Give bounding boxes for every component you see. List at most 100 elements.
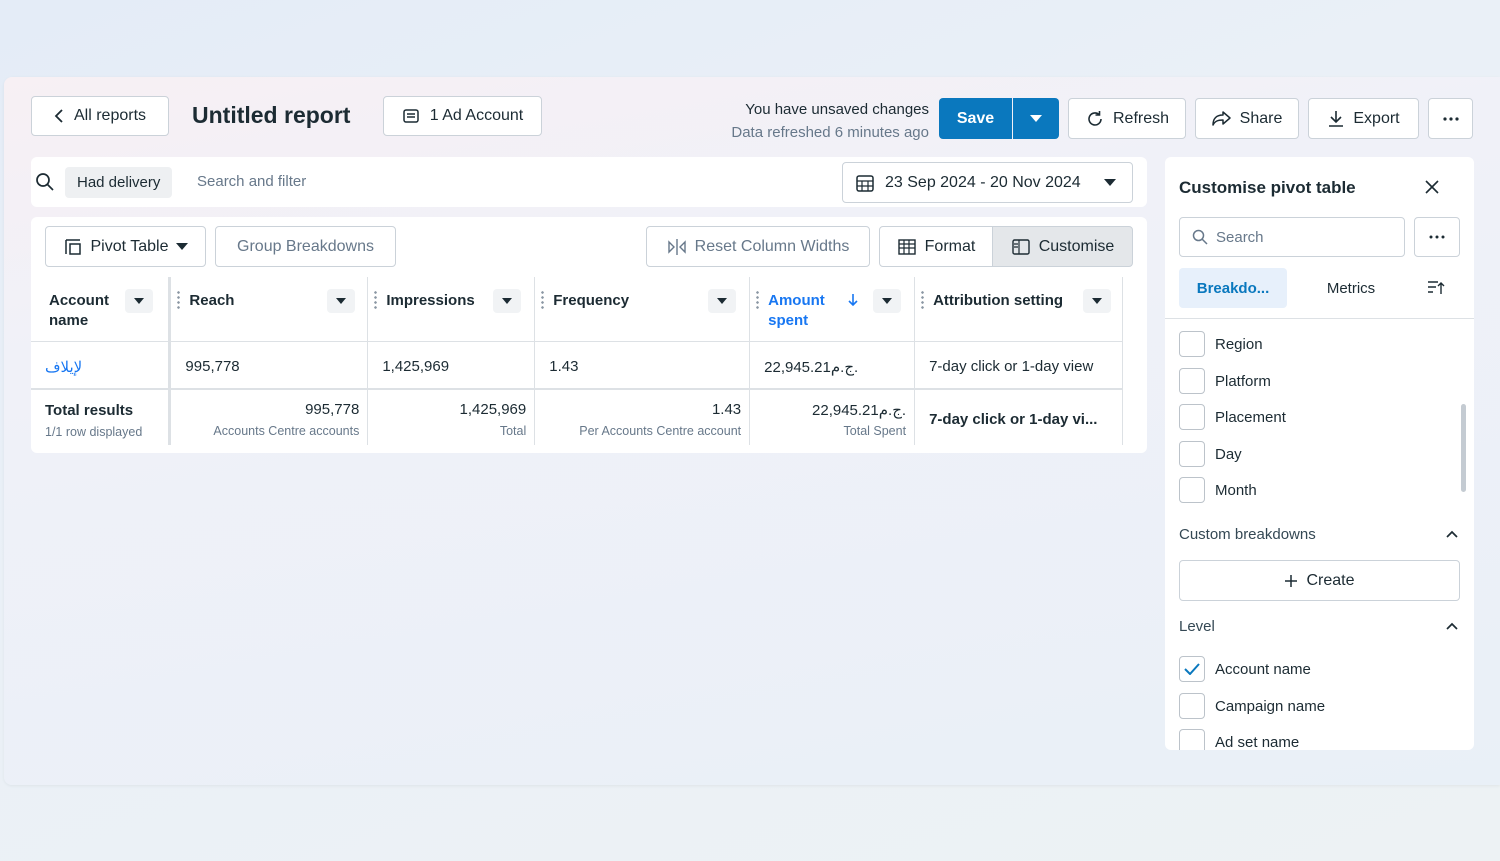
column-menu-dropdown[interactable] [327, 289, 356, 313]
caret-down-icon [336, 297, 347, 304]
column-header-label: Reach [189, 292, 235, 309]
column-menu-dropdown[interactable] [1083, 289, 1112, 313]
sort-descending-icon[interactable] [847, 293, 859, 307]
save-button[interactable]: Save [939, 98, 1012, 139]
reach-cell: 995,778 [169, 341, 369, 390]
column-width-icon [667, 238, 686, 255]
column-header-reach[interactable]: Reach [169, 277, 369, 341]
reset-column-widths-button[interactable]: Reset Column Widths [646, 226, 870, 267]
breakdown-option[interactable]: Day [1179, 441, 1242, 467]
pivot-table-view-dropdown[interactable]: Pivot Table [45, 226, 206, 267]
checkbox[interactable] [1179, 729, 1205, 750]
ad-account-button[interactable]: 1 Ad Account [383, 96, 542, 136]
format-icon [897, 238, 916, 255]
column-header-frequency[interactable]: Frequency [534, 277, 751, 341]
chevron-up-icon[interactable] [1446, 530, 1458, 538]
breakdown-option[interactable]: Platform [1179, 368, 1271, 394]
checkbox-checked[interactable] [1179, 656, 1205, 682]
checkbox[interactable] [1179, 441, 1205, 467]
chevron-up-icon[interactable] [1446, 622, 1458, 630]
account-name-cell[interactable]: لإيلاف [31, 341, 172, 390]
reset-column-widths-label: Reset Column Widths [694, 237, 850, 255]
more-options-button[interactable] [1428, 98, 1473, 139]
custom-breakdowns-section-header[interactable]: Custom breakdowns [1179, 526, 1316, 543]
column-header-account-name[interactable]: Account name [31, 277, 172, 341]
more-horizontal-icon [1442, 116, 1459, 121]
customise-button[interactable]: Customise [992, 226, 1133, 267]
level-section-header[interactable]: Level [1179, 618, 1215, 635]
column-header-label: Amount spent [768, 292, 825, 329]
tab-metrics[interactable]: Metrics [1297, 268, 1405, 308]
impressions-value: 1,425,969 [382, 357, 450, 375]
panel-more-button[interactable] [1414, 217, 1460, 257]
breakdown-option[interactable]: Month [1179, 477, 1257, 503]
checkmark-icon [1184, 663, 1200, 675]
breakdown-option[interactable]: Placement [1179, 404, 1286, 430]
tab-breakdowns[interactable]: Breakdo... [1179, 268, 1287, 308]
caret-down-icon [1092, 297, 1103, 304]
total-label-cell: Total results 1/1 row displayed [31, 389, 172, 445]
checkbox[interactable] [1179, 693, 1205, 719]
data-refreshed-text: Data refreshed 6 minutes ago [731, 124, 929, 141]
drag-handle-icon[interactable] [921, 290, 925, 310]
column-menu-dropdown[interactable] [708, 289, 737, 313]
drag-handle-icon[interactable] [374, 290, 378, 310]
search-and-filter-input[interactable]: Search and filter [197, 173, 306, 190]
drag-handle-icon[interactable] [541, 290, 545, 310]
save-status: You have unsaved changes Data refreshed … [731, 98, 929, 144]
total-impressions-cell: 1,425,969 Total [367, 389, 536, 445]
column-header-impressions[interactable]: Impressions [367, 277, 536, 341]
ad-account-label: 1 Ad Account [429, 107, 524, 124]
breakdown-option-label: Platform [1215, 372, 1271, 390]
column-header-label: Account name [49, 292, 109, 329]
share-label: Share [1239, 109, 1283, 127]
caret-down-icon [176, 242, 189, 250]
level-option[interactable]: Campaign name [1179, 693, 1325, 719]
panel-search-input[interactable]: Search [1179, 217, 1405, 257]
amount-spent-value: 22,945.21ج.م. [764, 358, 859, 376]
panel-scrollbar[interactable] [1461, 404, 1466, 492]
drag-handle-icon[interactable] [177, 290, 181, 310]
level-option[interactable]: Account name [1179, 656, 1311, 682]
column-header-label: Attribution setting [933, 292, 1064, 309]
all-reports-button[interactable]: All reports [31, 96, 169, 136]
drag-handle-icon[interactable] [756, 290, 760, 310]
column-menu-dropdown[interactable] [873, 289, 902, 313]
pivot-table-label: Pivot Table [90, 237, 169, 255]
date-range-picker[interactable]: 23 Sep 2024 - 20 Nov 2024 [842, 162, 1133, 203]
level-option-label: Ad set name [1215, 733, 1300, 751]
column-menu-dropdown[interactable] [493, 289, 522, 313]
page-title: Untitled report [192, 102, 351, 128]
format-button[interactable]: Format [879, 226, 993, 267]
had-delivery-filter-chip[interactable]: Had delivery [65, 167, 173, 198]
create-custom-breakdown-button[interactable]: Create [1179, 560, 1460, 601]
attribution-value: 7-day click or 1-day view [929, 357, 1094, 375]
share-button[interactable]: Share [1195, 98, 1299, 139]
checkbox[interactable] [1179, 331, 1205, 357]
checkbox[interactable] [1179, 368, 1205, 394]
column-header-amount-spent[interactable]: Amount spent [749, 277, 916, 341]
group-breakdowns-button[interactable]: Group Breakdowns [215, 226, 396, 267]
breakdown-option[interactable]: Region [1179, 331, 1263, 357]
close-icon[interactable] [1425, 180, 1439, 194]
calendar-icon [856, 174, 874, 192]
checkbox[interactable] [1179, 404, 1205, 430]
customise-label: Customise [1038, 237, 1115, 255]
format-label: Format [924, 237, 976, 255]
account-name-link[interactable]: لإيلاف [45, 358, 82, 376]
all-reports-label: All reports [73, 107, 147, 124]
total-amount-caption: Total Spent [843, 424, 907, 438]
breakdown-option-label: Month [1215, 481, 1257, 499]
save-options-dropdown[interactable] [1013, 98, 1059, 139]
column-menu-dropdown[interactable] [125, 289, 153, 313]
caret-down-icon [134, 297, 144, 304]
sort-options-icon[interactable] [1427, 280, 1445, 296]
checkbox[interactable] [1179, 477, 1205, 503]
column-header-attribution-setting[interactable]: Attribution setting [914, 277, 1123, 341]
total-results-label: Total results [45, 402, 134, 419]
refresh-button[interactable]: Refresh [1068, 98, 1186, 139]
export-button[interactable]: Export [1308, 98, 1419, 139]
refresh-label: Refresh [1112, 109, 1170, 127]
customise-panel-icon [1012, 238, 1030, 255]
level-option[interactable]: Ad set name [1179, 729, 1299, 750]
